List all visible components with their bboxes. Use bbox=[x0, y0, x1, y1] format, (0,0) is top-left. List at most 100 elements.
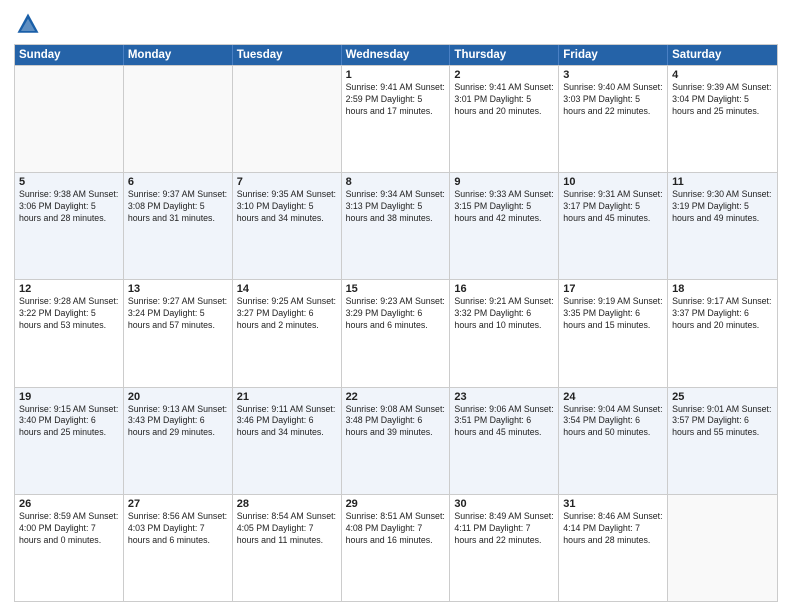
day-info: Sunrise: 9:33 AM Sunset: 3:15 PM Dayligh… bbox=[454, 189, 554, 225]
day-info: Sunrise: 9:41 AM Sunset: 2:59 PM Dayligh… bbox=[346, 82, 446, 118]
day-number: 29 bbox=[346, 498, 446, 510]
day-number: 15 bbox=[346, 283, 446, 295]
calendar-day-21: 21Sunrise: 9:11 AM Sunset: 3:46 PM Dayli… bbox=[233, 388, 342, 494]
weekday-header-wednesday: Wednesday bbox=[342, 45, 451, 65]
day-number: 5 bbox=[19, 176, 119, 188]
day-number: 10 bbox=[563, 176, 663, 188]
calendar-day-22: 22Sunrise: 9:08 AM Sunset: 3:48 PM Dayli… bbox=[342, 388, 451, 494]
calendar-day-empty bbox=[233, 66, 342, 172]
weekday-header-monday: Monday bbox=[124, 45, 233, 65]
weekday-header-tuesday: Tuesday bbox=[233, 45, 342, 65]
day-number: 1 bbox=[346, 69, 446, 81]
calendar-day-30: 30Sunrise: 8:49 AM Sunset: 4:11 PM Dayli… bbox=[450, 495, 559, 601]
day-number: 14 bbox=[237, 283, 337, 295]
day-info: Sunrise: 9:08 AM Sunset: 3:48 PM Dayligh… bbox=[346, 404, 446, 440]
calendar-day-15: 15Sunrise: 9:23 AM Sunset: 3:29 PM Dayli… bbox=[342, 280, 451, 386]
day-info: Sunrise: 9:34 AM Sunset: 3:13 PM Dayligh… bbox=[346, 189, 446, 225]
calendar-day-23: 23Sunrise: 9:06 AM Sunset: 3:51 PM Dayli… bbox=[450, 388, 559, 494]
day-info: Sunrise: 9:13 AM Sunset: 3:43 PM Dayligh… bbox=[128, 404, 228, 440]
day-info: Sunrise: 9:11 AM Sunset: 3:46 PM Dayligh… bbox=[237, 404, 337, 440]
day-number: 17 bbox=[563, 283, 663, 295]
calendar-day-27: 27Sunrise: 8:56 AM Sunset: 4:03 PM Dayli… bbox=[124, 495, 233, 601]
day-info: Sunrise: 8:46 AM Sunset: 4:14 PM Dayligh… bbox=[563, 511, 663, 547]
calendar-day-12: 12Sunrise: 9:28 AM Sunset: 3:22 PM Dayli… bbox=[15, 280, 124, 386]
day-info: Sunrise: 9:06 AM Sunset: 3:51 PM Dayligh… bbox=[454, 404, 554, 440]
calendar-day-29: 29Sunrise: 8:51 AM Sunset: 4:08 PM Dayli… bbox=[342, 495, 451, 601]
day-info: Sunrise: 9:21 AM Sunset: 3:32 PM Dayligh… bbox=[454, 296, 554, 332]
day-number: 8 bbox=[346, 176, 446, 188]
day-info: Sunrise: 9:38 AM Sunset: 3:06 PM Dayligh… bbox=[19, 189, 119, 225]
day-number: 13 bbox=[128, 283, 228, 295]
calendar-day-2: 2Sunrise: 9:41 AM Sunset: 3:01 PM Daylig… bbox=[450, 66, 559, 172]
calendar-week-3: 12Sunrise: 9:28 AM Sunset: 3:22 PM Dayli… bbox=[15, 279, 777, 386]
day-number: 11 bbox=[672, 176, 773, 188]
calendar-day-31: 31Sunrise: 8:46 AM Sunset: 4:14 PM Dayli… bbox=[559, 495, 668, 601]
day-info: Sunrise: 8:49 AM Sunset: 4:11 PM Dayligh… bbox=[454, 511, 554, 547]
calendar-day-empty bbox=[15, 66, 124, 172]
calendar-day-26: 26Sunrise: 8:59 AM Sunset: 4:00 PM Dayli… bbox=[15, 495, 124, 601]
day-number: 25 bbox=[672, 391, 773, 403]
day-info: Sunrise: 9:17 AM Sunset: 3:37 PM Dayligh… bbox=[672, 296, 773, 332]
day-number: 21 bbox=[237, 391, 337, 403]
weekday-header-sunday: Sunday bbox=[15, 45, 124, 65]
day-info: Sunrise: 8:56 AM Sunset: 4:03 PM Dayligh… bbox=[128, 511, 228, 547]
calendar-day-9: 9Sunrise: 9:33 AM Sunset: 3:15 PM Daylig… bbox=[450, 173, 559, 279]
day-info: Sunrise: 9:25 AM Sunset: 3:27 PM Dayligh… bbox=[237, 296, 337, 332]
calendar-day-1: 1Sunrise: 9:41 AM Sunset: 2:59 PM Daylig… bbox=[342, 66, 451, 172]
day-info: Sunrise: 8:54 AM Sunset: 4:05 PM Dayligh… bbox=[237, 511, 337, 547]
day-number: 19 bbox=[19, 391, 119, 403]
calendar-day-10: 10Sunrise: 9:31 AM Sunset: 3:17 PM Dayli… bbox=[559, 173, 668, 279]
day-number: 7 bbox=[237, 176, 337, 188]
calendar-week-4: 19Sunrise: 9:15 AM Sunset: 3:40 PM Dayli… bbox=[15, 387, 777, 494]
logo-icon bbox=[14, 10, 42, 38]
day-number: 22 bbox=[346, 391, 446, 403]
calendar-body: 1Sunrise: 9:41 AM Sunset: 2:59 PM Daylig… bbox=[15, 65, 777, 601]
day-info: Sunrise: 9:19 AM Sunset: 3:35 PM Dayligh… bbox=[563, 296, 663, 332]
day-number: 20 bbox=[128, 391, 228, 403]
calendar-day-3: 3Sunrise: 9:40 AM Sunset: 3:03 PM Daylig… bbox=[559, 66, 668, 172]
day-info: Sunrise: 9:23 AM Sunset: 3:29 PM Dayligh… bbox=[346, 296, 446, 332]
calendar-header: SundayMondayTuesdayWednesdayThursdayFrid… bbox=[15, 45, 777, 65]
day-number: 28 bbox=[237, 498, 337, 510]
day-info: Sunrise: 9:27 AM Sunset: 3:24 PM Dayligh… bbox=[128, 296, 228, 332]
day-info: Sunrise: 9:04 AM Sunset: 3:54 PM Dayligh… bbox=[563, 404, 663, 440]
day-number: 4 bbox=[672, 69, 773, 81]
header bbox=[14, 10, 778, 38]
calendar-week-1: 1Sunrise: 9:41 AM Sunset: 2:59 PM Daylig… bbox=[15, 65, 777, 172]
day-number: 6 bbox=[128, 176, 228, 188]
calendar: SundayMondayTuesdayWednesdayThursdayFrid… bbox=[14, 44, 778, 602]
calendar-day-13: 13Sunrise: 9:27 AM Sunset: 3:24 PM Dayli… bbox=[124, 280, 233, 386]
day-info: Sunrise: 9:30 AM Sunset: 3:19 PM Dayligh… bbox=[672, 189, 773, 225]
day-info: Sunrise: 9:31 AM Sunset: 3:17 PM Dayligh… bbox=[563, 189, 663, 225]
calendar-day-17: 17Sunrise: 9:19 AM Sunset: 3:35 PM Dayli… bbox=[559, 280, 668, 386]
calendar-day-5: 5Sunrise: 9:38 AM Sunset: 3:06 PM Daylig… bbox=[15, 173, 124, 279]
weekday-header-thursday: Thursday bbox=[450, 45, 559, 65]
weekday-header-saturday: Saturday bbox=[668, 45, 777, 65]
day-number: 23 bbox=[454, 391, 554, 403]
calendar-day-8: 8Sunrise: 9:34 AM Sunset: 3:13 PM Daylig… bbox=[342, 173, 451, 279]
logo bbox=[14, 10, 46, 38]
day-number: 9 bbox=[454, 176, 554, 188]
calendar-day-11: 11Sunrise: 9:30 AM Sunset: 3:19 PM Dayli… bbox=[668, 173, 777, 279]
calendar-day-6: 6Sunrise: 9:37 AM Sunset: 3:08 PM Daylig… bbox=[124, 173, 233, 279]
day-info: Sunrise: 9:39 AM Sunset: 3:04 PM Dayligh… bbox=[672, 82, 773, 118]
calendar-day-28: 28Sunrise: 8:54 AM Sunset: 4:05 PM Dayli… bbox=[233, 495, 342, 601]
calendar-day-19: 19Sunrise: 9:15 AM Sunset: 3:40 PM Dayli… bbox=[15, 388, 124, 494]
page: SundayMondayTuesdayWednesdayThursdayFrid… bbox=[0, 0, 792, 612]
day-info: Sunrise: 9:15 AM Sunset: 3:40 PM Dayligh… bbox=[19, 404, 119, 440]
day-number: 18 bbox=[672, 283, 773, 295]
calendar-day-empty bbox=[668, 495, 777, 601]
calendar-day-14: 14Sunrise: 9:25 AM Sunset: 3:27 PM Dayli… bbox=[233, 280, 342, 386]
day-number: 16 bbox=[454, 283, 554, 295]
day-info: Sunrise: 9:40 AM Sunset: 3:03 PM Dayligh… bbox=[563, 82, 663, 118]
calendar-day-24: 24Sunrise: 9:04 AM Sunset: 3:54 PM Dayli… bbox=[559, 388, 668, 494]
day-number: 31 bbox=[563, 498, 663, 510]
weekday-header-friday: Friday bbox=[559, 45, 668, 65]
calendar-week-5: 26Sunrise: 8:59 AM Sunset: 4:00 PM Dayli… bbox=[15, 494, 777, 601]
day-info: Sunrise: 9:01 AM Sunset: 3:57 PM Dayligh… bbox=[672, 404, 773, 440]
calendar-day-7: 7Sunrise: 9:35 AM Sunset: 3:10 PM Daylig… bbox=[233, 173, 342, 279]
day-info: Sunrise: 9:41 AM Sunset: 3:01 PM Dayligh… bbox=[454, 82, 554, 118]
calendar-day-4: 4Sunrise: 9:39 AM Sunset: 3:04 PM Daylig… bbox=[668, 66, 777, 172]
day-info: Sunrise: 9:35 AM Sunset: 3:10 PM Dayligh… bbox=[237, 189, 337, 225]
day-number: 3 bbox=[563, 69, 663, 81]
